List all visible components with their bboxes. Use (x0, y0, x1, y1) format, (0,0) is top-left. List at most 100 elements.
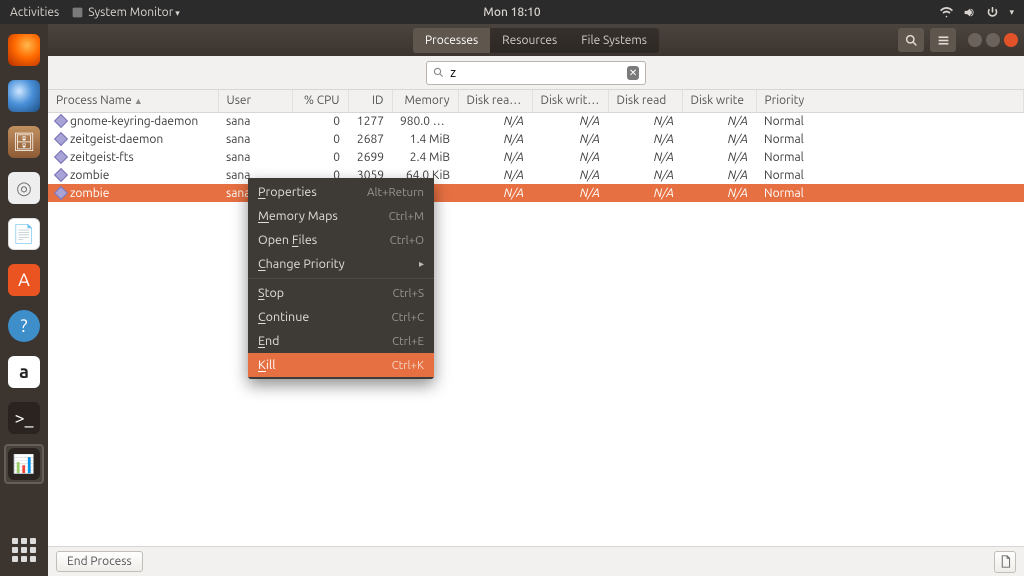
clear-search-button[interactable]: ✕ (627, 66, 639, 80)
dock-item-writer[interactable]: 📄 (4, 214, 44, 254)
sysmonitor-icon: 📊 (8, 448, 40, 480)
dock-item-rhythmbox[interactable]: ◎ (4, 168, 44, 208)
menu-shortcut: Ctrl+C (392, 311, 424, 324)
search-input[interactable] (450, 66, 621, 80)
wifi-icon[interactable] (940, 6, 953, 19)
menu-shortcut: Ctrl+E (392, 335, 424, 348)
files-icon: 🗄 (8, 126, 40, 158)
document-icon (999, 555, 1012, 568)
column-process-name[interactable]: Process Name (48, 90, 218, 112)
dock-item-thunderbird[interactable] (4, 76, 44, 116)
column-memory[interactable]: Memory (392, 90, 458, 112)
menu-label: Continue (258, 310, 309, 324)
menu-shortcut: Alt+Return (367, 186, 424, 199)
dock-item-firefox[interactable] (4, 30, 44, 70)
process-name: zombie (70, 187, 109, 200)
table-row[interactable]: gnome-keyring-daemonsana01277980.0 KiBN/… (48, 112, 1024, 130)
menu-label: Memory Maps (258, 209, 338, 223)
process-context-menu: PropertiesAlt+Return Memory Maps Ctrl+M Ope… (248, 178, 434, 379)
column-disk-read[interactable]: Disk read (608, 90, 682, 112)
table-row[interactable]: zeitgeist-daemonsana026871.4 MiBN/AN/AN/… (48, 130, 1024, 148)
menu-properties[interactable]: PropertiesAlt+Return (248, 180, 434, 204)
menu-label: Open Files (258, 233, 317, 247)
dock-apps[interactable] (4, 530, 44, 570)
dock-item-software[interactable]: A (4, 260, 44, 300)
search-field-icon (433, 66, 444, 79)
menu-separator (248, 278, 434, 279)
table-row[interactable]: zombiesana0305964.0 KiBN/AN/AN/AN/ANorma… (48, 166, 1024, 184)
process-icon (54, 150, 68, 164)
headerbar: ProcessesResourcesFile Systems (48, 24, 1024, 56)
writer-icon: 📄 (8, 218, 40, 250)
column--cpu[interactable]: % CPU (292, 90, 348, 112)
hamburger-icon (937, 34, 950, 47)
search-button[interactable] (898, 28, 924, 52)
thunderbird-icon (8, 80, 40, 112)
activities-button[interactable]: Activities (10, 6, 59, 19)
menu-caret-icon[interactable]: ▾ (1009, 7, 1014, 18)
process-name: zeitgeist-daemon (70, 133, 163, 146)
dock: 🗄 ◎ 📄 A? a >_ 📊 (0, 24, 48, 576)
dock-item-help[interactable]: ? (4, 306, 44, 346)
end-process-button[interactable]: End Process (56, 551, 143, 572)
apps-grid-icon (12, 538, 36, 562)
process-icon (54, 132, 68, 146)
menu-shortcut: Ctrl+O (390, 234, 424, 247)
gnome-top-panel: Activities System Monitor Mon 18:10 ▾ (0, 0, 1024, 24)
app-menu[interactable]: System Monitor (88, 6, 180, 19)
tab-resources[interactable]: Resources (490, 28, 569, 53)
menu-label: Stop (258, 286, 284, 300)
menu-stop[interactable]: Stop Ctrl+S (248, 281, 434, 305)
menu-label: End (258, 334, 279, 348)
tab-file-systems[interactable]: File Systems (569, 28, 659, 53)
help-icon: ? (8, 310, 40, 342)
firefox-icon (8, 34, 40, 66)
dock-item-sysmonitor[interactable]: 📊 (4, 444, 44, 484)
hamburger-button[interactable] (930, 28, 956, 52)
clock[interactable]: Mon 18:10 (483, 6, 540, 19)
process-icon (54, 186, 68, 200)
column-disk-write[interactable]: Disk write (682, 90, 756, 112)
column-user[interactable]: User (218, 90, 292, 112)
process-name: zeitgeist-fts (70, 151, 134, 164)
window-minimize[interactable] (968, 33, 982, 47)
tab-processes[interactable]: Processes (413, 28, 490, 53)
menu-memory-maps[interactable]: Memory Maps Ctrl+M (248, 204, 434, 228)
software-icon: A (8, 264, 40, 296)
process-icon (54, 168, 68, 182)
menu-shortcut: Ctrl+S (393, 287, 424, 300)
process-details-button[interactable] (994, 551, 1016, 573)
terminal-icon: >_ (8, 402, 40, 434)
menu-open-files[interactable]: Open Files Ctrl+O (248, 228, 434, 252)
menu-label: Kill (258, 358, 275, 372)
menu-label: Change Priority (258, 257, 345, 271)
window-maximize[interactable] (986, 33, 1000, 47)
menu-shortcut: Ctrl+M (389, 210, 424, 223)
bottom-toolbar: End Process (48, 546, 1024, 576)
power-icon[interactable] (986, 6, 999, 19)
menu-change-priority[interactable]: Change Priority (248, 252, 434, 276)
dock-item-amazon[interactable]: a (4, 352, 44, 392)
dock-item-files[interactable]: 🗄 (4, 122, 44, 162)
view-switcher: ProcessesResourcesFile Systems (413, 28, 659, 53)
menu-kill[interactable]: Kill Ctrl+K (248, 353, 434, 377)
menu-continue[interactable]: Continue Ctrl+C (248, 305, 434, 329)
column-priority[interactable]: Priority (756, 90, 1024, 112)
volume-icon[interactable] (963, 6, 976, 19)
process-name: gnome-keyring-daemon (70, 115, 198, 128)
menu-shortcut: Ctrl+K (392, 359, 424, 372)
column-disk-write-total[interactable]: Disk write total (532, 90, 608, 112)
column-id[interactable]: ID (348, 90, 392, 112)
rhythmbox-icon: ◎ (8, 172, 40, 204)
menu-end[interactable]: End Ctrl+E (248, 329, 434, 353)
dock-item-terminal[interactable]: >_ (4, 398, 44, 438)
table-row[interactable]: zeitgeist-ftssana026992.4 MiBN/AN/AN/AN/… (48, 148, 1024, 166)
process-table[interactable]: Process NameUser% CPUIDMemoryDisk read t… (48, 90, 1024, 546)
amazon-icon: a (8, 356, 40, 388)
window-close[interactable] (1004, 33, 1018, 47)
table-row[interactable]: zombiesana03068N/AN/AN/AN/ANormal (48, 184, 1024, 202)
search-row: ✕ (48, 56, 1024, 90)
process-icon (54, 114, 68, 128)
column-disk-read-total[interactable]: Disk read total (458, 90, 532, 112)
process-name: zombie (70, 169, 109, 182)
